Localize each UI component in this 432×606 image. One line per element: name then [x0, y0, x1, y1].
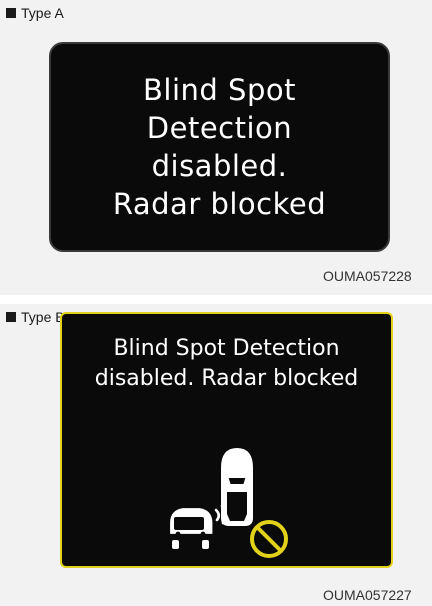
type-b-panel: Type B Blind Spot Detection disabled. Ra…	[0, 304, 432, 606]
type-a-panel: Type A Blind Spot Detection disabled. Ra…	[0, 0, 432, 295]
message-line: disabled.	[151, 149, 288, 183]
car-radar-blocked-icon	[170, 448, 288, 558]
type-a-label-text: Type A	[21, 5, 64, 21]
type-b-label-text: Type B	[21, 309, 65, 325]
type-b-label: Type B	[6, 309, 65, 325]
type-a-display: Blind Spot Detection disabled. Radar blo…	[49, 42, 390, 252]
image-code: OUMA057228	[323, 268, 412, 284]
rear-vehicle-icon	[170, 508, 213, 549]
message-line: Radar blocked	[112, 187, 327, 221]
type-a-label: Type A	[6, 5, 64, 21]
image-code: OUMA057227	[323, 587, 412, 603]
message-line: Blind Spot	[143, 73, 296, 107]
bullet-square-icon	[6, 312, 16, 322]
prohibit-icon	[250, 520, 288, 558]
type-b-display: Blind Spot Detection disabled. Radar blo…	[60, 312, 393, 568]
message-line: Detection	[146, 111, 293, 145]
bullet-square-icon	[6, 8, 16, 18]
